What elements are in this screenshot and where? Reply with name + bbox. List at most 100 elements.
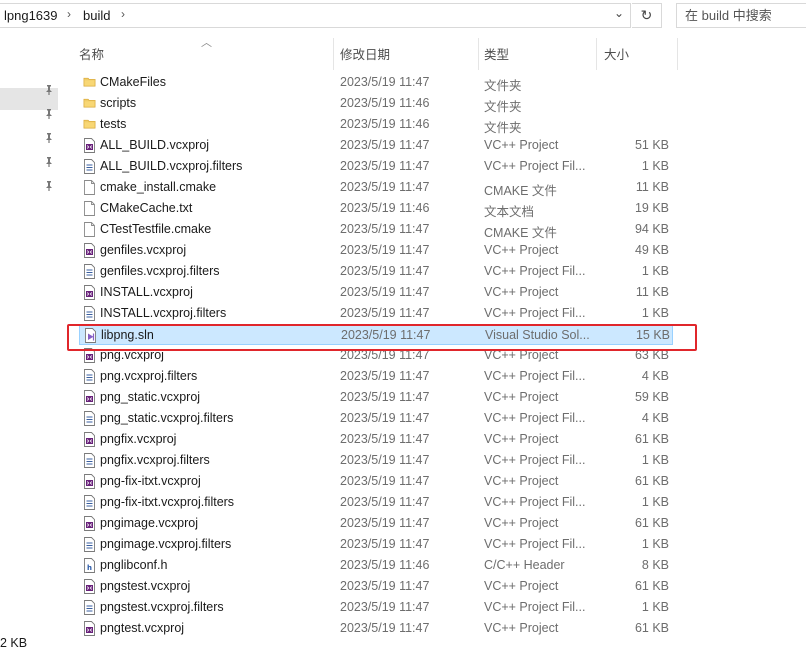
file-row[interactable]: pngfix.vcxproj.filters 2023/5/19 11:47 VC+…: [79, 450, 673, 471]
column-size[interactable]: 大小: [604, 44, 629, 63]
file-type: VC++ Project: [484, 516, 559, 530]
file-row[interactable]: CMakeCache.txt 2023/5/19 11:46 文本文档 19 KB: [79, 198, 673, 219]
chevron-down-icon[interactable]: ⌄: [614, 6, 624, 20]
vcxproj-icon: [83, 516, 96, 531]
file-type: VC++ Project: [484, 432, 559, 446]
file-icon: [83, 180, 96, 195]
file-row[interactable]: tests 2023/5/19 11:46 文件夹: [79, 114, 673, 135]
file-type: VC++ Project Fil...: [484, 306, 586, 320]
file-row[interactable]: pngfix.vcxproj 2023/5/19 11:47 VC++ Projec…: [79, 429, 673, 450]
pin-icon[interactable]: [43, 132, 55, 144]
file-row[interactable]: INSTALL.vcxproj 2023/5/19 11:47 VC++ Proje…: [79, 282, 673, 303]
file-row[interactable]: CTestTestfile.cmake 2023/5/19 11:47 CMAKE …: [79, 219, 673, 240]
file-row[interactable]: h pnglibconf.h 2023/5/19 11:46 C/C++ Header…: [79, 555, 673, 576]
file-size: 1 KB: [641, 453, 669, 467]
file-date: 2023/5/19 11:47: [340, 306, 430, 320]
file-date: 2023/5/19 11:47: [340, 411, 430, 425]
file-name: tests: [100, 117, 127, 131]
file-type: VC++ Project: [484, 621, 559, 635]
filters-icon: [83, 411, 96, 426]
file-type: 文件夹: [484, 79, 522, 93]
file-row[interactable]: INSTALL.vcxproj.filters 2023/5/19 11:47 VC…: [79, 303, 673, 324]
refresh-button[interactable]: ↻: [632, 3, 662, 28]
file-row[interactable]: pngstest.vcxproj.filters 2023/5/19 11:47 V…: [79, 597, 673, 618]
pin-icon[interactable]: [43, 108, 55, 120]
file-type: VC++ Project: [484, 474, 559, 488]
file-date: 2023/5/19 11:47: [340, 75, 430, 89]
column-type[interactable]: 类型: [484, 44, 509, 63]
file-size: 11 KB: [635, 180, 669, 194]
file-size: 1 KB: [641, 600, 669, 614]
file-type: VC++ Project Fil...: [484, 369, 586, 383]
file-name: pngimage.vcxproj.filters: [100, 537, 232, 551]
file-row[interactable]: png_static.vcxproj 2023/5/19 11:47 VC++ Pr…: [79, 387, 673, 408]
file-date: 2023/5/19 11:47: [340, 264, 430, 278]
file-row[interactable]: png.vcxproj.filters 2023/5/19 11:47 VC++ P…: [79, 366, 673, 387]
filters-icon: [83, 369, 96, 384]
file-name: pngstest.vcxproj.filters: [100, 600, 224, 614]
file-date: 2023/5/19 11:47: [340, 390, 430, 404]
column-name[interactable]: 名称: [79, 44, 104, 63]
file-row[interactable]: ALL_BUILD.vcxproj.filters 2023/5/19 11:47…: [79, 156, 673, 177]
filters-icon: [83, 453, 96, 468]
file-date: 2023/5/19 11:47: [340, 474, 430, 488]
column-header: ︿ 名称 修改日期 类型 大小: [63, 33, 806, 73]
file-size: 94 KB: [634, 222, 669, 236]
file-date: 2023/5/19 11:47: [340, 180, 430, 194]
file-row[interactable]: ALL_BUILD.vcxproj 2023/5/19 11:47 VC++ Pro…: [79, 135, 673, 156]
file-size: 4 KB: [641, 411, 669, 425]
file-row[interactable]: png_static.vcxproj.filters 2023/5/19 11:4…: [79, 408, 673, 429]
file-row[interactable]: pngstest.vcxproj 2023/5/19 11:47 VC++ Proj…: [79, 576, 673, 597]
column-divider[interactable]: [478, 38, 479, 70]
folder-icon: [83, 96, 96, 111]
file-date: 2023/5/19 11:47: [340, 285, 430, 299]
file-name: pnglibconf.h: [100, 558, 168, 572]
pin-icon[interactable]: [43, 84, 55, 96]
breadcrumb-lpng1639[interactable]: lpng1639: [4, 8, 58, 23]
search-input[interactable]: 在 build 中搜索: [676, 3, 806, 28]
file-row[interactable]: png-fix-itxt.vcxproj.filters 2023/5/19 11…: [79, 492, 673, 513]
column-divider[interactable]: [677, 38, 678, 70]
file-date: 2023/5/19 11:47: [340, 495, 430, 509]
file-size: 11 KB: [635, 285, 669, 299]
file-row[interactable]: pngimage.vcxproj 2023/5/19 11:47 VC++ Proj…: [79, 513, 673, 534]
breadcrumb-build[interactable]: build: [83, 8, 110, 23]
column-date[interactable]: 修改日期: [340, 44, 390, 63]
vcxproj-icon: [83, 474, 96, 489]
file-type: VC++ Project: [484, 138, 559, 152]
column-divider[interactable]: [596, 38, 597, 70]
file-size: 8 KB: [641, 558, 669, 572]
file-name: png.vcxproj.filters: [100, 369, 198, 383]
file-row[interactable]: pngtest.vcxproj 2023/5/19 11:47 VC++ Proje…: [79, 618, 673, 639]
file-row[interactable]: genfiles.vcxproj.filters 2023/5/19 11:47 V…: [79, 261, 673, 282]
file-size: 61 KB: [634, 579, 669, 593]
file-type: C/C++ Header: [484, 558, 565, 572]
file-row[interactable]: CMakeFiles 2023/5/19 11:47 文件夹: [79, 72, 673, 93]
file-row[interactable]: genfiles.vcxproj 2023/5/19 11:47 VC++ Proj…: [79, 240, 673, 261]
file-type: VC++ Project Fil...: [484, 537, 586, 551]
file-row[interactable]: pngimage.vcxproj.filters 2023/5/19 11:47 V…: [79, 534, 673, 555]
address-bar[interactable]: lpng1639 › build › ⌄: [0, 3, 631, 28]
file-type: VC++ Project: [484, 243, 559, 257]
column-divider[interactable]: [333, 38, 334, 70]
toolbar: lpng1639 › build › ⌄ ↻ 在 build 中搜索: [0, 0, 806, 33]
header-icon: h: [83, 558, 96, 573]
file-type: 文件夹: [484, 100, 522, 114]
file-row[interactable]: png-fix-itxt.vcxproj 2023/5/19 11:47 VC++ …: [79, 471, 673, 492]
file-row[interactable]: scripts 2023/5/19 11:46 文件夹: [79, 93, 673, 114]
chevron-right-icon[interactable]: ›: [67, 7, 71, 21]
file-type: VC++ Project Fil...: [484, 453, 586, 467]
vcxproj-icon: [83, 390, 96, 405]
file-name: pngtest.vcxproj: [100, 621, 185, 635]
chevron-right-icon[interactable]: ›: [121, 7, 125, 21]
pin-icon[interactable]: [43, 156, 55, 168]
file-name: png-fix-itxt.vcxproj.filters: [100, 495, 235, 509]
file-date: 2023/5/19 11:47: [340, 516, 430, 530]
filters-icon: [83, 264, 96, 279]
pin-icon[interactable]: [43, 180, 55, 192]
vcxproj-icon: [83, 285, 96, 300]
refresh-icon: ↻: [640, 7, 653, 23]
file-row[interactable]: cmake_install.cmake 2023/5/19 11:47 CMAKE …: [79, 177, 673, 198]
sort-ascending-icon: ︿: [201, 37, 212, 49]
file-size: 51 KB: [634, 138, 669, 152]
